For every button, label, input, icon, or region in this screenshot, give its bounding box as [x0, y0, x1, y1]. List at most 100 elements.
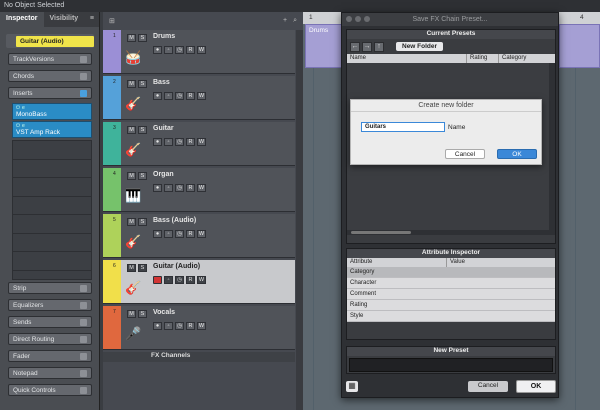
section-chords[interactable]: Chords: [8, 70, 92, 82]
track-color-strip[interactable]: [103, 76, 121, 119]
track-row[interactable]: 6 M S Guitar (Audio) ◦ ◷ R W 🎸: [103, 260, 295, 304]
forward-icon[interactable]: →: [362, 41, 372, 52]
attribute-row[interactable]: Style: [347, 311, 555, 322]
minimize-icon[interactable]: [355, 16, 361, 22]
track-name[interactable]: Organ: [153, 171, 174, 178]
record-enable-button[interactable]: ●: [153, 184, 162, 192]
track-row[interactable]: 7 M S Vocals ● ◦ ◷ R W 🎤: [103, 306, 295, 350]
back-icon[interactable]: ←: [350, 41, 360, 52]
track-name[interactable]: Bass: [153, 79, 170, 86]
attribute-row[interactable]: Category: [347, 267, 555, 278]
timebase-button[interactable]: ◷: [175, 230, 184, 238]
track-name[interactable]: Drums: [153, 33, 175, 40]
presets-h-scrollbar[interactable]: [347, 230, 555, 235]
write-button[interactable]: W: [197, 276, 206, 284]
monitor-button[interactable]: ◦: [164, 138, 173, 146]
track-settings-icon[interactable]: ⊞: [109, 17, 115, 25]
cancel-button[interactable]: Cancel: [468, 380, 508, 392]
monitor-button[interactable]: ◦: [164, 92, 173, 100]
section-notepad[interactable]: Notepad: [8, 367, 92, 379]
track-color-strip[interactable]: [103, 306, 121, 349]
monitor-button[interactable]: ◦: [164, 322, 173, 330]
read-button[interactable]: R: [186, 46, 195, 54]
section-sends[interactable]: Sends: [8, 316, 92, 328]
solo-button[interactable]: S: [138, 126, 147, 134]
add-track-icon[interactable]: +: [283, 17, 287, 25]
section-quick-controls[interactable]: Quick Controls: [8, 384, 92, 396]
monitor-button[interactable]: ◦: [164, 184, 173, 192]
monitor-button[interactable]: ◦: [164, 276, 173, 284]
track-list-scrollbar[interactable]: [296, 30, 303, 410]
timebase-button[interactable]: ◷: [175, 138, 184, 146]
empty-slot[interactable]: [13, 141, 91, 160]
mute-button[interactable]: M: [127, 310, 136, 318]
mute-button[interactable]: M: [127, 80, 136, 88]
track-row[interactable]: 3 M S Guitar ● ◦ ◷ R W 🎸: [103, 122, 295, 166]
new-preset-name-input[interactable]: [349, 358, 553, 372]
record-enable-button[interactable]: [153, 276, 162, 284]
section-fader[interactable]: Fader: [8, 350, 92, 362]
mute-button[interactable]: M: [127, 34, 136, 42]
timebase-button[interactable]: ◷: [175, 322, 184, 330]
solo-button[interactable]: S: [138, 264, 147, 272]
read-button[interactable]: R: [186, 138, 195, 146]
drums-part-2[interactable]: [559, 24, 600, 68]
menu-icon[interactable]: ≡: [85, 12, 99, 27]
empty-slot[interactable]: [13, 178, 91, 197]
empty-slot[interactable]: [13, 197, 91, 215]
track-color-strip[interactable]: [103, 122, 121, 165]
tab-visibility[interactable]: Visibility: [44, 12, 85, 27]
solo-button[interactable]: S: [138, 218, 147, 226]
record-enable-button[interactable]: ●: [153, 92, 162, 100]
track-row[interactable]: 1 M S Drums ● ◦ ◷ R W 🥁: [103, 30, 295, 74]
mute-button[interactable]: M: [127, 218, 136, 226]
empty-slot[interactable]: [13, 215, 91, 234]
write-button[interactable]: W: [197, 184, 206, 192]
track-color-strip[interactable]: [103, 168, 121, 211]
insert-slot-1[interactable]: ⏻ e MonoBass: [12, 103, 92, 120]
track-name[interactable]: Bass (Audio): [153, 217, 196, 224]
read-button[interactable]: R: [186, 184, 195, 192]
section-trackversions[interactable]: TrackVersions: [8, 53, 92, 65]
timebase-button[interactable]: ◷: [175, 92, 184, 100]
search-icon[interactable]: ⌕: [293, 17, 297, 25]
mute-button[interactable]: M: [127, 172, 136, 180]
mute-button[interactable]: M: [127, 264, 136, 272]
record-enable-button[interactable]: ●: [153, 138, 162, 146]
drums-part[interactable]: Drums: [305, 24, 343, 68]
up-icon[interactable]: ↑: [374, 41, 384, 52]
read-button[interactable]: R: [186, 92, 195, 100]
zoom-icon[interactable]: [364, 16, 370, 22]
h-scroll-thumb[interactable]: [351, 231, 411, 234]
monitor-button[interactable]: ◦: [164, 46, 173, 54]
inspector-track-name[interactable]: Guitar (Audio): [16, 35, 94, 47]
solo-button[interactable]: S: [138, 310, 147, 318]
track-row[interactable]: 5 M S Bass (Audio) ● ◦ ◷ R W 🎸: [103, 214, 295, 258]
write-button[interactable]: W: [197, 92, 206, 100]
section-strip[interactable]: Strip: [8, 282, 92, 294]
solo-button[interactable]: S: [138, 80, 147, 88]
record-enable-button[interactable]: ●: [153, 46, 162, 54]
col-category[interactable]: Category: [499, 54, 555, 63]
col-name[interactable]: Name: [347, 54, 467, 63]
solo-button[interactable]: S: [138, 34, 147, 42]
attribute-row[interactable]: Character: [347, 278, 555, 289]
inspector-track-header[interactable]: Guitar (Audio): [6, 34, 94, 48]
col-value[interactable]: Value: [447, 258, 547, 267]
view-toggle-icon[interactable]: ▦: [346, 380, 358, 392]
write-button[interactable]: W: [197, 322, 206, 330]
empty-slot[interactable]: [13, 160, 91, 178]
section-inserts[interactable]: Inserts: [8, 87, 92, 99]
tab-inspector[interactable]: Inspector: [0, 12, 44, 27]
col-attribute[interactable]: Attribute: [347, 258, 447, 267]
empty-slot[interactable]: [13, 234, 91, 252]
attribute-row[interactable]: Comment: [347, 289, 555, 300]
create-folder-ok-button[interactable]: OK: [497, 149, 537, 159]
timebase-button[interactable]: ◷: [175, 46, 184, 54]
bypass-icon[interactable]: [80, 89, 87, 97]
solo-button[interactable]: S: [138, 172, 147, 180]
presets-scrollbar[interactable]: [549, 63, 555, 235]
write-button[interactable]: W: [197, 230, 206, 238]
track-color-strip[interactable]: [103, 214, 121, 257]
timebase-button[interactable]: ◷: [175, 276, 184, 284]
